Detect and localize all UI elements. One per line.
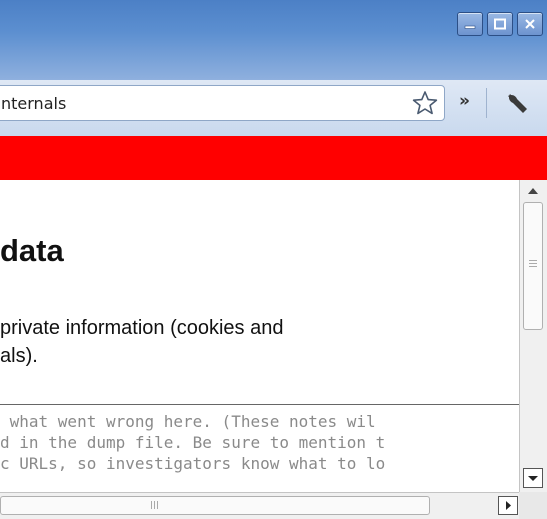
toolbar-divider [486, 88, 487, 118]
warning-banner [0, 136, 547, 180]
horizontal-scroll-thumb[interactable] [0, 496, 430, 515]
browser-toolbar: nternals » [0, 80, 547, 137]
maximize-button[interactable] [487, 12, 513, 36]
horizontal-scrollbar[interactable] [0, 492, 519, 519]
notes-placeholder: what went wrong here. (These notes wil d … [0, 411, 385, 474]
address-text[interactable]: nternals [1, 94, 66, 113]
grip-icon [151, 501, 158, 509]
scroll-up-arrow-icon[interactable] [524, 183, 542, 199]
vertical-scroll-thumb[interactable] [523, 202, 543, 330]
page-title: data [0, 233, 64, 268]
star-icon[interactable] [412, 90, 438, 116]
paragraph-line: private information (cookies and [0, 317, 284, 339]
overflow-chevron-button[interactable]: » [459, 91, 470, 111]
notes-line: c URLs, so investigators know what to lo [0, 454, 386, 473]
scroll-down-arrow-icon [528, 476, 538, 481]
minimize-icon [464, 25, 476, 29]
window-controls [457, 12, 543, 36]
vertical-scrollbar[interactable] [519, 180, 547, 492]
minimize-button[interactable] [457, 12, 483, 36]
close-button[interactable] [517, 12, 543, 36]
wrench-icon[interactable] [504, 90, 530, 116]
grip-icon [529, 260, 537, 269]
window-title-bar [0, 0, 547, 80]
notes-line: d in the dump file. Be sure to mention t [0, 433, 386, 452]
address-bar[interactable]: nternals [0, 85, 445, 121]
notes-textarea[interactable]: what went wrong here. (These notes wil d … [0, 405, 519, 492]
close-icon [525, 19, 535, 29]
scroll-right-arrow-icon [506, 501, 511, 510]
scrollbar-corner [519, 492, 547, 519]
paragraph-line: als). [0, 345, 38, 367]
notes-line: what went wrong here. (These notes wil [0, 412, 376, 431]
page-content: data private information (cookies and al… [0, 180, 519, 405]
privacy-paragraph: private information (cookies and als). [0, 314, 283, 370]
scroll-down-button[interactable] [523, 468, 543, 488]
scroll-right-button[interactable] [498, 496, 518, 515]
maximize-icon [494, 18, 506, 30]
